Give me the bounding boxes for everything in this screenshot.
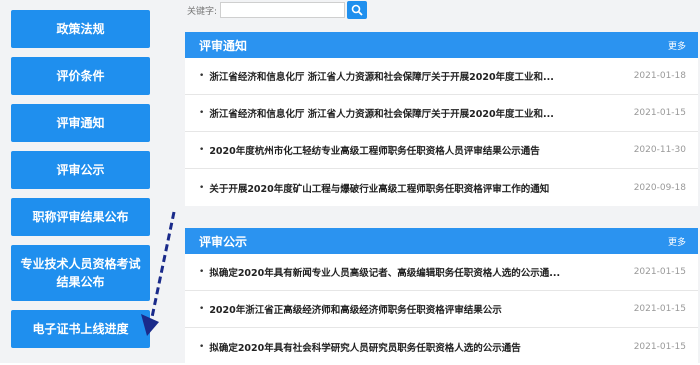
search-bar: 关键字:	[187, 0, 368, 20]
list-item-date: 2020-09-18	[633, 182, 686, 193]
bullet-icon: •	[199, 71, 205, 81]
search-input[interactable]	[220, 2, 346, 18]
sidebar: 政策法规 评价条件 评审通知 评审公示 职称评审结果公布 专业技术人员资格考试结…	[0, 0, 172, 363]
list-item-date: 2021-01-15	[633, 108, 686, 118]
list-item[interactable]: • 2020年浙江省正高级经济师和高级经济师职务任职资格评审结果公示 2021-01…	[185, 291, 698, 328]
list-item-date: 2021-01-15	[633, 267, 686, 277]
list-item-title[interactable]: 关于开展2020年度矿山工程与爆破行业高级工程师职务任职资格评审工作的通知	[209, 181, 623, 195]
search-label: 关键字:	[187, 6, 218, 17]
search-button[interactable]	[347, 1, 368, 19]
list-item-date: 2021-01-15	[633, 341, 686, 352]
bullet-icon: •	[199, 341, 205, 352]
sidebar-item-exam-results[interactable]: 专业技术人员资格考试结果公布	[11, 245, 150, 301]
list-item[interactable]: • 关于开展2020年度矿山工程与爆破行业高级工程师职务任职资格评审工作的通知 20…	[185, 169, 698, 206]
list-item[interactable]: • 浙江省经济和信息化厅 浙江省人力资源和社会保障厅关于开展2020年度工业和..…	[185, 95, 698, 132]
list-item-title[interactable]: 拟确定2020年具有社会科学研究人员研究员职务任职资格人选的公示通告	[209, 340, 623, 354]
sidebar-item-policy[interactable]: 政策法规	[11, 10, 150, 48]
search-icon	[351, 4, 363, 16]
sidebar-item-label: 职称评审结果公布	[32, 210, 129, 224]
list-item-title[interactable]: 浙江省经济和信息化厅 浙江省人力资源和社会保障厅关于开展2020年度工业和...	[209, 106, 623, 120]
notice-panel: 评审通知 更多 • 浙江省经济和信息化厅 浙江省人力资源和社会保障厅关于开展202…	[185, 32, 698, 206]
list-item-title[interactable]: 2020年浙江省正高级经济师和高级经济师职务任职资格评审结果公示	[209, 302, 623, 316]
more-link[interactable]: 更多	[668, 39, 686, 52]
sidebar-item-conditions[interactable]: 评价条件	[11, 57, 150, 95]
list-item-date: 2020-11-30	[633, 145, 686, 155]
list-item[interactable]: • 拟确定2020年具有社会科学研究人员研究员职务任职资格人选的公示通告 2021-…	[185, 328, 698, 365]
public-panel: 评审公示 更多 • 拟确定2020年具有新闻专业人员高级记者、高级编辑职务任职资格…	[185, 228, 698, 365]
bullet-icon: •	[199, 108, 205, 118]
list-item-date: 2021-01-15	[633, 304, 686, 314]
list-item[interactable]: • 2020年度杭州市化工轻纺专业高级工程师职务任职资格人员评审结果公示通告 202…	[185, 132, 698, 169]
panel-header: 评审通知 更多	[185, 32, 698, 58]
sidebar-item-label: 评价条件	[56, 69, 105, 83]
list-item-title[interactable]: 浙江省经济和信息化厅 浙江省人力资源和社会保障厅关于开展2020年度工业和...	[209, 69, 623, 83]
list-item-title[interactable]: 拟确定2020年具有新闻专业人员高级记者、高级编辑职务任职资格人选的公示通...	[209, 265, 623, 279]
bullet-icon: •	[199, 145, 205, 155]
panel-title: 评审通知	[199, 38, 248, 53]
panel-header: 评审公示 更多	[185, 228, 698, 254]
bullet-icon: •	[199, 182, 205, 193]
more-link[interactable]: 更多	[668, 235, 686, 248]
sidebar-item-certificate-progress[interactable]: 电子证书上线进度	[11, 310, 150, 348]
list-item[interactable]: • 浙江省经济和信息化厅 浙江省人力资源和社会保障厅关于开展2020年度工业和..…	[185, 58, 698, 95]
main-content: 关键字: 评审通知 更多 • 浙江省经济和信息化厅 浙江省人力资源和社会保障厅关于…	[172, 0, 700, 365]
bullet-icon: •	[199, 267, 205, 277]
bullet-icon: •	[199, 304, 205, 314]
list-item-date: 2021-01-18	[633, 71, 686, 81]
list-item-title[interactable]: 2020年度杭州市化工轻纺专业高级工程师职务任职资格人员评审结果公示通告	[209, 143, 623, 157]
sidebar-item-label: 电子证书上线进度	[32, 322, 129, 336]
sidebar-item-label: 评审公示	[56, 163, 105, 177]
sidebar-item-public[interactable]: 评审公示	[11, 151, 150, 189]
sidebar-item-label: 政策法规	[56, 22, 105, 36]
list-item[interactable]: • 拟确定2020年具有新闻专业人员高级记者、高级编辑职务任职资格人选的公示通..…	[185, 254, 698, 291]
panel-title: 评审公示	[199, 234, 248, 249]
sidebar-item-label: 专业技术人员资格考试结果公布	[20, 257, 141, 289]
sidebar-item-label: 评审通知	[56, 116, 105, 130]
sidebar-item-results[interactable]: 职称评审结果公布	[11, 198, 150, 236]
sidebar-item-notices[interactable]: 评审通知	[11, 104, 150, 142]
